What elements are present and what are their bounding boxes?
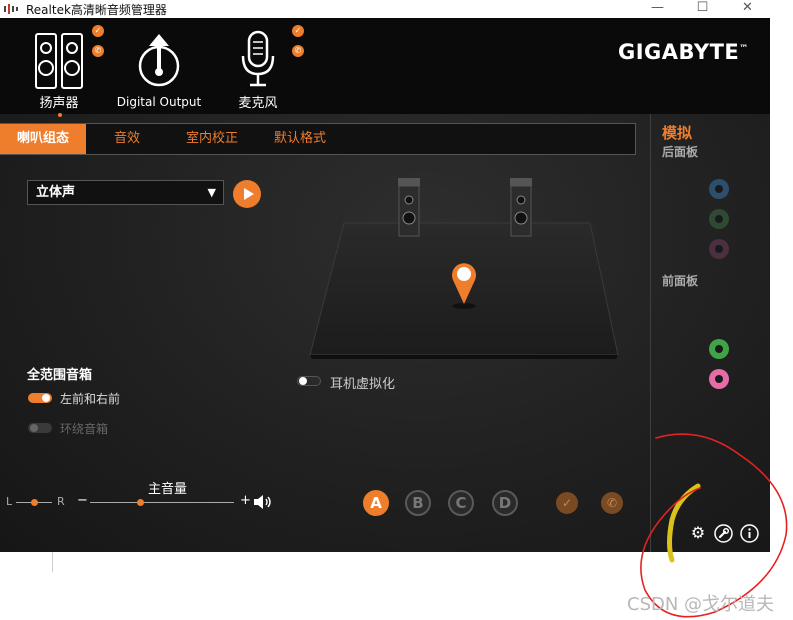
csdn-watermark: CSDN @戈尔道夫 xyxy=(627,594,775,615)
red-circle-annotation xyxy=(640,433,788,618)
